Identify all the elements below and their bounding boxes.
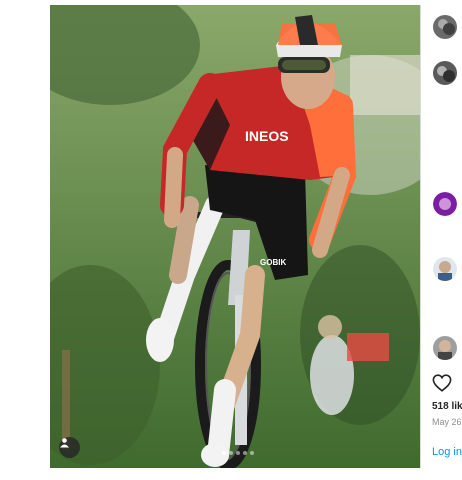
- comments-panel: [420, 5, 462, 468]
- avatar-commenter-4[interactable]: [433, 336, 457, 360]
- jersey-logo: INEOS: [245, 128, 289, 144]
- post-image[interactable]: GOBIK INEOS: [50, 5, 420, 468]
- like-button[interactable]: [432, 374, 452, 397]
- author-avatar-image: [433, 15, 457, 39]
- commenter-avatar-image: [433, 257, 457, 281]
- carousel-dot: [229, 451, 233, 455]
- carousel-dot: [236, 451, 240, 455]
- commenter-avatar-image: [433, 192, 457, 216]
- carousel-dot-active: [222, 451, 226, 455]
- likes-count: 518 lik: [432, 401, 462, 412]
- carousel-dot: [250, 451, 254, 455]
- cyclist-photo: GOBIK INEOS: [50, 5, 420, 468]
- avatar-author[interactable]: [433, 15, 457, 39]
- avatar-commenter-2[interactable]: [433, 192, 457, 216]
- user-tag-icon: [60, 438, 69, 448]
- carousel-dots: [222, 451, 254, 455]
- tagged-users-button[interactable]: [59, 437, 80, 458]
- heart-icon: [432, 374, 452, 392]
- avatar-commenter-3[interactable]: [433, 257, 457, 281]
- commenter-avatar-image: [433, 336, 457, 360]
- commenter-avatar-image: [433, 61, 457, 85]
- carousel-dot: [243, 451, 247, 455]
- shorts-logo: GOBIK: [260, 258, 286, 267]
- avatar-commenter-1[interactable]: [433, 61, 457, 85]
- login-link[interactable]: Log in: [432, 446, 462, 458]
- post-date: May 26: [432, 417, 462, 427]
